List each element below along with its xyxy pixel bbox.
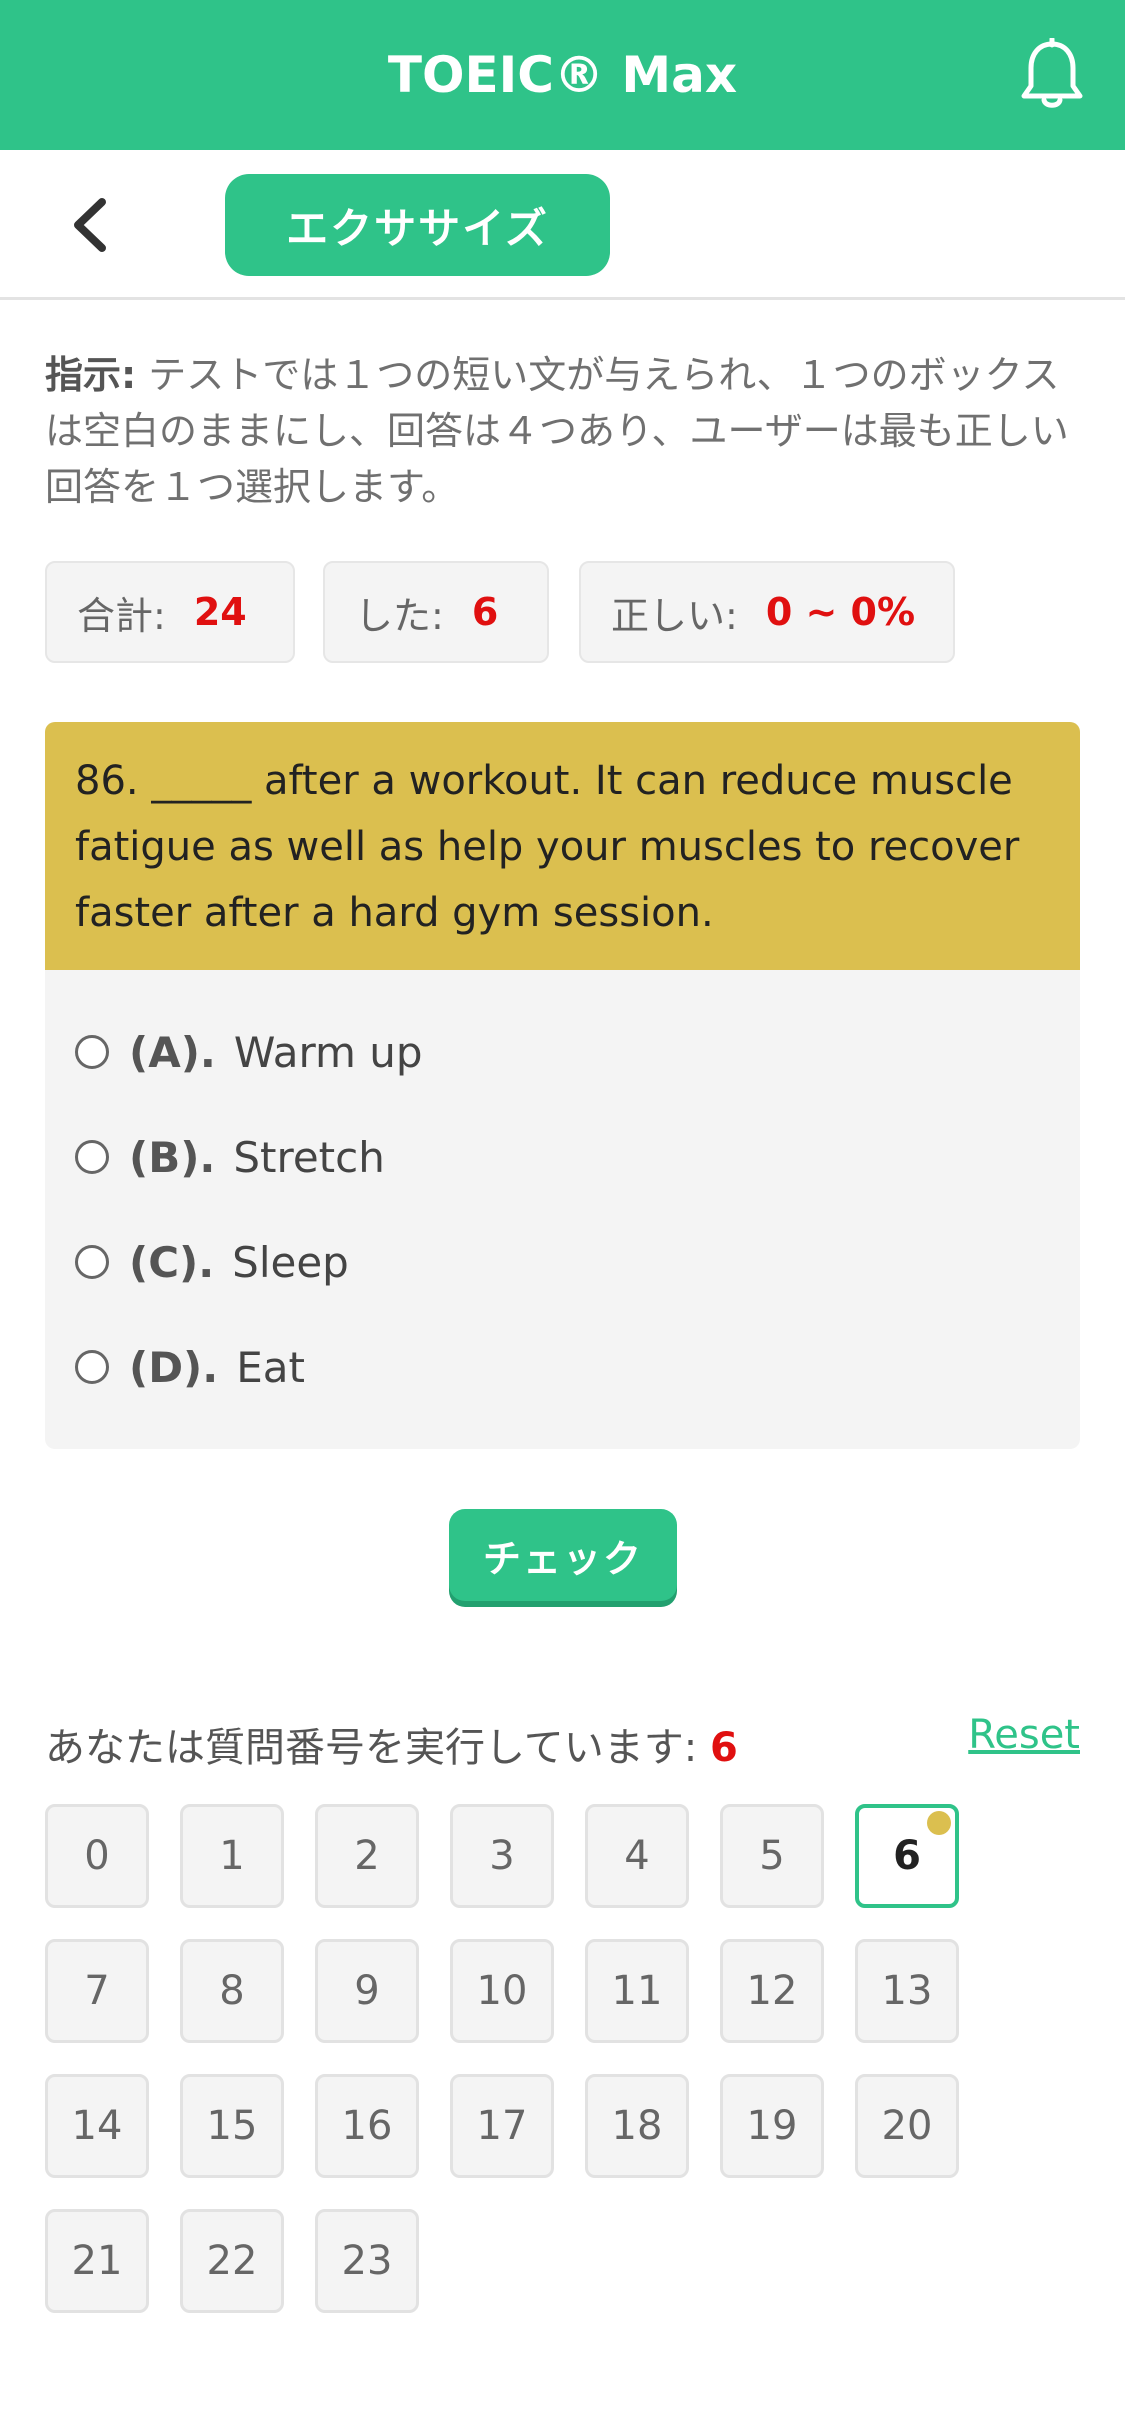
question-number-button[interactable]: 16 — [315, 2074, 419, 2178]
question-number-button[interactable]: 2 — [315, 1804, 419, 1908]
question-number-button[interactable]: 14 — [45, 2074, 149, 2178]
app-bar: TOEIC® Max — [0, 0, 1125, 150]
stat-correct-value: 0 ~ 0% — [765, 590, 916, 634]
question-number-button[interactable]: 9 — [315, 1939, 419, 2043]
back-arrow-icon[interactable] — [60, 190, 120, 260]
option-d[interactable]: (D). Eat — [75, 1337, 305, 1397]
current-indicator-dot — [927, 1811, 951, 1835]
app-title: TOEIC® Max — [387, 46, 738, 104]
question-number-button[interactable]: 1 — [180, 1804, 284, 1908]
stat-done-label: した: — [355, 593, 444, 638]
radio-button[interactable] — [75, 1350, 109, 1384]
reset-link[interactable]: Reset — [968, 1712, 1080, 1758]
question-number-button[interactable]: 19 — [720, 2074, 824, 2178]
option-text: Sleep — [232, 1237, 349, 1287]
question-number-button[interactable]: 12 — [720, 1939, 824, 2043]
progress-text: あなたは質問番号を実行しています: — [45, 1725, 698, 1771]
question-number-button[interactable]: 11 — [585, 1939, 689, 2043]
question-number-button[interactable]: 5 — [720, 1804, 824, 1908]
question-number-button[interactable]: 13 — [855, 1939, 959, 2043]
sub-header: エクササイズ — [0, 150, 1125, 300]
stat-correct: 正しい: 0 ~ 0% — [579, 561, 955, 663]
instructions-label: 指示: — [45, 353, 137, 397]
option-letter: (B). — [129, 1132, 216, 1182]
stat-done-value: 6 — [471, 590, 499, 634]
current-question-number: 6 — [893, 1833, 921, 1879]
option-c[interactable]: (C). Sleep — [75, 1232, 349, 1292]
question-number-button[interactable]: 18 — [585, 2074, 689, 2178]
stat-correct-label: 正しい: — [611, 593, 738, 638]
option-letter: (D). — [129, 1342, 219, 1392]
question-number-button[interactable]: 10 — [450, 1939, 554, 2043]
question-number-button[interactable]: 22 — [180, 2209, 284, 2313]
exercise-button[interactable]: エクササイズ — [225, 174, 610, 276]
progress-label: あなたは質問番号を実行しています: 6 — [45, 1715, 738, 1773]
option-text: Eat — [236, 1342, 305, 1392]
option-text: Stretch — [233, 1132, 385, 1182]
stat-total: 合計: 24 — [45, 561, 295, 663]
instructions: 指示: テストでは１つの短い文が与えられ、１つのボックスは空白のままにし、回答は… — [45, 347, 1080, 515]
radio-button[interactable] — [75, 1245, 109, 1279]
option-a[interactable]: (A). Warm up — [75, 1022, 423, 1082]
question-number-button[interactable]: 0 — [45, 1804, 149, 1908]
question-number-button[interactable]: 20 — [855, 2074, 959, 2178]
stat-total-label: 合計: — [77, 593, 166, 638]
question-number-button[interactable]: 21 — [45, 2209, 149, 2313]
option-text: Warm up — [233, 1027, 423, 1077]
check-button[interactable]: チェック — [449, 1509, 677, 1601]
option-b[interactable]: (B). Stretch — [75, 1127, 385, 1187]
question-number-button[interactable]: 4 — [585, 1804, 689, 1908]
instructions-text: テストでは１つの短い文が与えられ、１つのボックスは空白のままにし、回答は４つあり… — [45, 353, 1069, 509]
option-letter: (C). — [129, 1237, 215, 1287]
question-card: 86. _____ after a workout. It can reduce… — [45, 722, 1080, 1449]
stat-done: した: 6 — [323, 561, 549, 663]
question-text: 86. _____ after a workout. It can reduce… — [45, 722, 1080, 970]
progress-current-number: 6 — [710, 1725, 738, 1771]
question-number-button[interactable]: 17 — [450, 2074, 554, 2178]
option-letter: (A). — [129, 1027, 216, 1077]
current-question-number-button[interactable]: 6 — [855, 1804, 959, 1908]
bell-icon[interactable] — [1017, 38, 1087, 112]
question-number-button[interactable]: 8 — [180, 1939, 284, 2043]
radio-button[interactable] — [75, 1140, 109, 1174]
stat-total-value: 24 — [193, 590, 247, 634]
question-number-button[interactable]: 15 — [180, 2074, 284, 2178]
radio-button[interactable] — [75, 1035, 109, 1069]
question-number-button[interactable]: 3 — [450, 1804, 554, 1908]
question-number-button[interactable]: 7 — [45, 1939, 149, 2043]
question-number-button[interactable]: 23 — [315, 2209, 419, 2313]
